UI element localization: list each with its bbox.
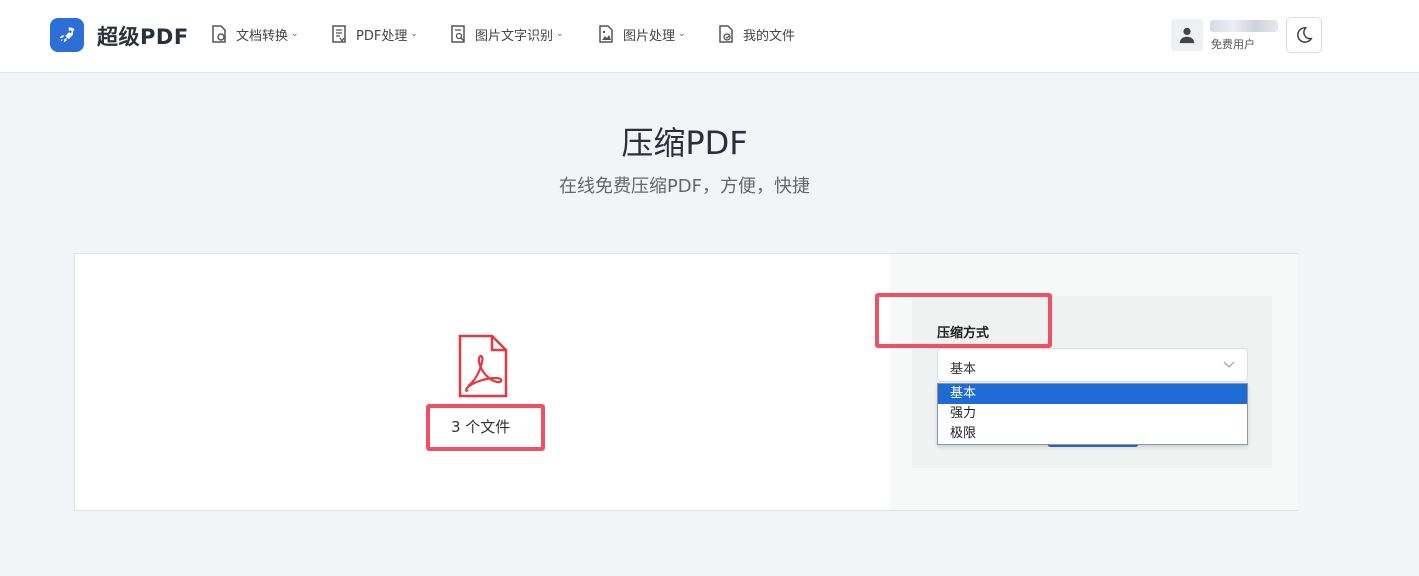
nav-label: 图片处理	[623, 28, 676, 44]
nav-pdf-process[interactable]: PDF处理 ⌄	[330, 24, 418, 44]
nav-image-process[interactable]: 图片处理 ⌄	[597, 24, 686, 44]
nav-label: 图片文字识别	[475, 28, 554, 44]
page-subtitle: 在线免费压缩PDF，方便，快捷	[558, 176, 811, 197]
user-name-redacted	[1210, 20, 1278, 32]
doc-convert-icon	[212, 25, 226, 43]
nav-image-ocr[interactable]: 图片文字识别 ⌄	[449, 24, 564, 44]
chevron-down-icon: ⌄	[556, 29, 564, 39]
highlight-box-compress-label	[875, 293, 1052, 348]
top-header: 超级PDF 文档转换 ⌄ PDF处理 ⌄ 图片文字识别 ⌄ 图片处理 ⌄ 我的文…	[0, 0, 1419, 73]
nav-label: PDF处理	[356, 28, 408, 44]
dropdown-option-strong[interactable]: 强力	[938, 404, 1247, 424]
my-files-icon	[719, 25, 733, 43]
nav-label: 我的文件	[743, 28, 796, 44]
pdf-process-icon	[332, 25, 346, 43]
dropdown-option-basic[interactable]: 基本	[938, 384, 1247, 404]
highlight-box-file-count	[426, 404, 545, 451]
chevron-down-icon: ⌄	[678, 29, 686, 39]
nav-my-files[interactable]: 我的文件	[717, 24, 795, 44]
image-ocr-icon	[451, 25, 465, 43]
logo-rocket-icon[interactable]	[50, 18, 84, 52]
image-process-icon	[599, 25, 613, 43]
moon-icon	[1297, 27, 1313, 43]
nav-doc-convert[interactable]: 文档转换 ⌄	[210, 24, 299, 44]
chevron-down-icon	[1223, 361, 1235, 368]
dropdown-option-extreme[interactable]: 极限	[938, 424, 1247, 444]
chevron-down-icon: ⌄	[291, 29, 299, 39]
select-value: 基本	[950, 362, 977, 377]
user-icon	[1179, 27, 1195, 44]
compress-method-dropdown: 基本 强力 极限	[937, 383, 1248, 445]
logo-text[interactable]: 超级PDF	[97, 21, 189, 51]
user-plan-label: 免费用户	[1211, 38, 1255, 51]
pdf-file-icon[interactable]	[458, 334, 508, 398]
nav-label: 文档转换	[236, 28, 289, 44]
theme-toggle-button[interactable]	[1286, 17, 1322, 53]
compress-method-select[interactable]: 基本	[937, 348, 1248, 382]
page-title: 压缩PDF	[621, 124, 748, 162]
chevron-down-icon: ⌄	[410, 29, 418, 39]
user-avatar[interactable]	[1171, 19, 1203, 51]
